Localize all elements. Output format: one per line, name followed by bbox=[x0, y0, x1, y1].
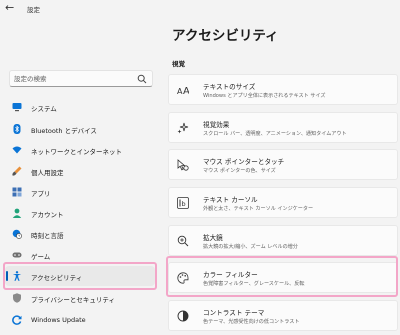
monitor-icon bbox=[12, 103, 22, 112]
globe-clock-icon bbox=[12, 229, 22, 239]
sidebar-item-privacy[interactable]: プライバシーとセキュリティ bbox=[5, 288, 155, 308]
sidebar-item-label: Windows Update bbox=[31, 316, 86, 324]
sidebar-item-label: ゲーム bbox=[31, 253, 51, 261]
search-input[interactable] bbox=[14, 74, 134, 84]
section-heading-vision: 視覚 bbox=[172, 60, 185, 68]
bluetooth-icon bbox=[13, 124, 21, 134]
sparkle-icon bbox=[177, 122, 189, 134]
card-title: マウス ポインターとタッチ bbox=[203, 158, 285, 166]
card-title: カラー フィルター bbox=[203, 271, 258, 279]
sidebar-item-network[interactable]: ネットワークとインターネット bbox=[5, 140, 155, 160]
card-title: 拡大鏡 bbox=[203, 234, 223, 242]
card-subtitle: 色テーマ、光感受性向けの低コントラスト bbox=[203, 319, 300, 325]
card-subtitle: マウス ポインターの色、サイズ bbox=[203, 168, 276, 174]
sidebar-item-windows-update[interactable]: Windows Update bbox=[5, 310, 155, 330]
card-visual-effects[interactable]: 視覚効果 スクロール バー、透明度、アニメーション、通知タイムアウト bbox=[168, 112, 398, 143]
search-box[interactable] bbox=[9, 70, 153, 87]
contrast-icon bbox=[177, 310, 189, 322]
sidebar-item-accounts[interactable]: アカウント bbox=[5, 203, 155, 223]
card-title: テキストのサイズ bbox=[203, 83, 256, 91]
accessibility-icon bbox=[12, 271, 22, 281]
sidebar-item-label: プライバシーとセキュリティ bbox=[31, 296, 115, 304]
text-cursor-icon: b bbox=[177, 197, 189, 209]
card-contrast-themes[interactable]: コントラスト テーマ 色テーマ、光感受性向けの低コントラスト bbox=[168, 300, 398, 331]
sidebar-item-label: アカウント bbox=[31, 211, 64, 219]
card-title: 視覚効果 bbox=[203, 121, 230, 129]
sidebar-item-label: Bluetooth とデバイス bbox=[31, 127, 97, 135]
gamepad-icon bbox=[12, 252, 22, 258]
card-magnifier[interactable]: 拡大鏡 拡大鏡の拡大/縮小、ズーム レベルの増分 bbox=[168, 225, 398, 256]
card-subtitle: Windows とアプリ全体に表示されるテキスト サイズ bbox=[203, 93, 326, 99]
card-subtitle: 拡大鏡の拡大/縮小、ズーム レベルの増分 bbox=[203, 244, 298, 250]
sidebar-item-label: 時刻と言語 bbox=[31, 232, 64, 240]
svg-text:A: A bbox=[183, 86, 189, 96]
card-text-size[interactable]: A A テキストのサイズ Windows とアプリ全体に表示されるテキスト サイ… bbox=[168, 74, 398, 105]
sidebar: システム Bluetooth とデバイス ネットワークとインターネット 個人用設… bbox=[0, 0, 160, 335]
sidebar-item-system[interactable]: システム bbox=[5, 97, 155, 117]
card-title: コントラスト テーマ bbox=[203, 309, 265, 317]
palette-icon bbox=[177, 272, 189, 284]
magnifier-icon bbox=[177, 235, 189, 247]
card-title: テキスト カーソル bbox=[203, 196, 258, 204]
selection-indicator bbox=[6, 271, 8, 281]
shield-icon bbox=[13, 293, 21, 303]
card-subtitle: スクロール バー、透明度、アニメーション、通知タイムアウト bbox=[203, 131, 347, 137]
sidebar-item-label: アクセシビリティ bbox=[31, 274, 83, 282]
sidebar-item-apps[interactable]: アプリ bbox=[5, 182, 155, 202]
search-icon[interactable] bbox=[137, 74, 147, 84]
apps-icon bbox=[12, 187, 22, 197]
card-color-filters[interactable]: カラー フィルター 色覚障害フィルター、グレースケール、反転 bbox=[168, 262, 398, 293]
text-size-icon: A A bbox=[177, 86, 189, 96]
card-text-cursor[interactable]: b テキスト カーソル 外観と太さ、テキスト カーソル インジケーター bbox=[168, 187, 398, 218]
sidebar-item-bluetooth[interactable]: Bluetooth とデバイス bbox=[5, 119, 155, 139]
update-icon bbox=[12, 315, 22, 325]
main-content: アクセシビリティ 視覚 A A テキストのサイズ Windows とアプリ全体に… bbox=[160, 0, 400, 335]
pointer-icon bbox=[177, 159, 189, 171]
card-subtitle: 色覚障害フィルター、グレースケール、反転 bbox=[203, 281, 305, 287]
sidebar-item-accessibility[interactable]: アクセシビリティ bbox=[5, 266, 155, 286]
person-icon bbox=[12, 208, 22, 218]
svg-text:b: b bbox=[182, 200, 186, 208]
sidebar-item-label: システム bbox=[31, 105, 57, 113]
sidebar-item-personalization[interactable]: 個人用設定 bbox=[5, 161, 155, 181]
sidebar-item-gaming[interactable]: ゲーム bbox=[5, 245, 155, 265]
card-subtitle: 外観と太さ、テキスト カーソル インジケーター bbox=[203, 206, 314, 212]
wifi-icon bbox=[12, 146, 22, 154]
sidebar-item-label: ネットワークとインターネット bbox=[31, 148, 122, 156]
sidebar-item-label: アプリ bbox=[31, 190, 51, 198]
brush-icon bbox=[12, 166, 22, 176]
page-title: アクセシビリティ bbox=[172, 28, 279, 44]
sidebar-item-time-language[interactable]: 時刻と言語 bbox=[5, 224, 155, 244]
card-mouse-pointer-touch[interactable]: マウス ポインターとタッチ マウス ポインターの色、サイズ bbox=[168, 149, 398, 180]
sidebar-item-label: 個人用設定 bbox=[31, 169, 64, 177]
